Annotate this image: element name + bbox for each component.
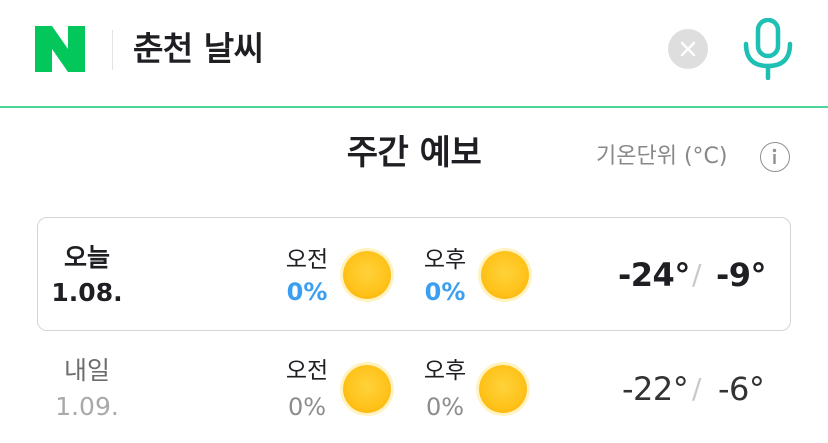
close-icon bbox=[680, 41, 696, 57]
sun-icon bbox=[343, 365, 391, 413]
pm-rain-chance: 0% bbox=[424, 278, 466, 306]
temperature-separator: / bbox=[692, 258, 702, 291]
date-label: 1.08. bbox=[51, 278, 123, 307]
am-label: 오전 bbox=[285, 358, 329, 384]
microphone-icon bbox=[743, 17, 793, 81]
search-bar: 춘천 날씨 bbox=[0, 0, 828, 108]
temperature-unit-button[interactable]: 기온단위 (°C) bbox=[596, 142, 727, 172]
date-label: 1.09. bbox=[55, 392, 119, 421]
low-temperature: -22° bbox=[622, 370, 689, 408]
sun-icon bbox=[479, 365, 527, 413]
temperature-separator: / bbox=[692, 372, 702, 405]
am-label: 오전 bbox=[285, 247, 329, 273]
am-rain-chance: 0% bbox=[287, 393, 327, 421]
sun-icon bbox=[481, 251, 529, 299]
day-label: 내일 bbox=[63, 356, 110, 385]
sun-icon bbox=[343, 251, 391, 299]
naver-logo[interactable] bbox=[35, 26, 85, 72]
am-rain-chance: 0% bbox=[286, 278, 328, 306]
pm-label: 오후 bbox=[423, 358, 467, 384]
info-icon bbox=[772, 148, 777, 164]
info-button[interactable] bbox=[760, 142, 790, 172]
search-divider bbox=[112, 30, 113, 70]
day-label: 오늘 bbox=[63, 243, 110, 272]
pm-rain-chance: 0% bbox=[425, 393, 465, 421]
voice-search-button[interactable] bbox=[742, 17, 794, 81]
clear-search-button[interactable] bbox=[668, 29, 708, 69]
high-temperature: -9° bbox=[716, 256, 767, 294]
search-input[interactable]: 춘천 날씨 bbox=[133, 26, 264, 72]
pm-label: 오후 bbox=[423, 247, 467, 273]
low-temperature: -24° bbox=[618, 256, 690, 294]
high-temperature: -6° bbox=[718, 370, 765, 408]
